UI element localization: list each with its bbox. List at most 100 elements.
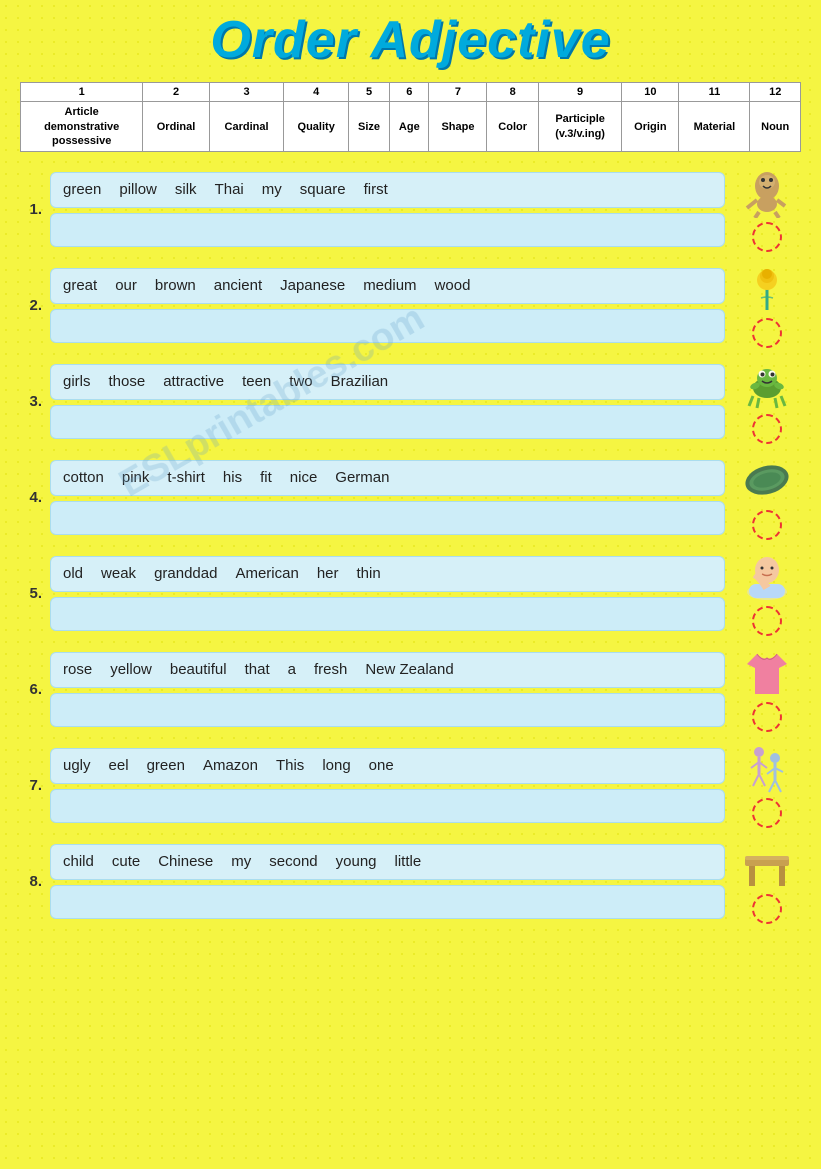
dashed-circle-6	[752, 702, 782, 732]
illustration-baby	[741, 550, 793, 602]
word-item: that	[245, 661, 270, 678]
exercise-row-7: 7.uglyeelgreenAmazonThislongone	[20, 742, 801, 828]
word-item: This	[276, 757, 304, 774]
page-title: Order Adjective	[20, 10, 801, 70]
word-item: my	[231, 853, 251, 870]
image-col-8	[733, 838, 801, 924]
exercise-number-6: 6.	[20, 681, 42, 698]
word-item: Chinese	[158, 853, 213, 870]
exercise-row-8: 8.childcuteChinesemysecondyounglittle	[20, 838, 801, 924]
word-item: a	[288, 661, 296, 678]
word-item: Brazilian	[331, 373, 389, 390]
words-row-3: girlsthoseattractiveteentwoBrazilian	[50, 364, 725, 400]
word-item: weak	[101, 565, 136, 582]
word-item: rose	[63, 661, 92, 678]
words-row-7: uglyeelgreenAmazonThislongone	[50, 748, 725, 784]
exercise-row-3: 3.girlsthoseattractiveteentwoBrazilian	[20, 358, 801, 444]
word-item: thin	[357, 565, 381, 582]
image-col-1	[733, 166, 801, 252]
word-item: cute	[112, 853, 140, 870]
exercise-row-1: 1.greenpillowsilkThaimysquarefirst	[20, 166, 801, 252]
answer-row-3[interactable]	[50, 405, 725, 439]
word-item: green	[63, 181, 101, 198]
word-item: yellow	[110, 661, 152, 678]
word-item: long	[322, 757, 350, 774]
word-item: German	[335, 469, 389, 486]
answer-row-4[interactable]	[50, 501, 725, 535]
image-col-4	[733, 454, 801, 540]
word-item: those	[109, 373, 146, 390]
illustration-rose	[741, 262, 793, 314]
answer-row-8[interactable]	[50, 885, 725, 919]
words-row-1: green pillow silk Thai my square first	[50, 172, 725, 208]
word-item: ancient	[214, 277, 262, 294]
dashed-circle-8	[752, 894, 782, 924]
word-item: fresh	[314, 661, 347, 678]
exercise-content-2: greatourbrownancientJapanesemediumwood	[50, 268, 725, 343]
answer-row-1[interactable]	[50, 213, 725, 247]
dashed-circle-5	[752, 606, 782, 636]
adjective-order-table: 123456789101112 Articledemonstrativeposs…	[20, 82, 801, 152]
image-col-3	[733, 358, 801, 444]
word-item: eel	[109, 757, 129, 774]
exercise-section: 1.greenpillowsilkThaimysquarefirst 2.gre…	[20, 166, 801, 924]
word-item: her	[317, 565, 339, 582]
word-item: first	[364, 181, 388, 198]
word-item: American	[235, 565, 298, 582]
exercise-row-5: 5. old weak granddad American her thin	[20, 550, 801, 636]
exercise-content-5: old weak granddad American her thin	[50, 556, 725, 631]
dashed-circle-7	[752, 798, 782, 828]
exercise-content-1: green pillow silk Thai my square first	[50, 172, 725, 247]
word-item: young	[336, 853, 377, 870]
exercise-number-5: 5.	[20, 585, 42, 602]
answer-row-7[interactable]	[50, 789, 725, 823]
word-item: wood	[435, 277, 471, 294]
word-item: silk	[175, 181, 197, 198]
word-item: Thai	[215, 181, 244, 198]
exercise-content-7: uglyeelgreenAmazonThislongone	[50, 748, 725, 823]
word-item: second	[269, 853, 317, 870]
image-col-5	[733, 550, 801, 636]
image-col-6	[733, 646, 801, 732]
word-item: pillow	[119, 181, 157, 198]
word-item: square	[300, 181, 346, 198]
word-item: pink	[122, 469, 150, 486]
word-item: two	[289, 373, 312, 390]
word-item: brown	[155, 277, 196, 294]
illustration-dancers	[741, 742, 793, 794]
image-col-7	[733, 742, 801, 828]
words-row-5: old weak granddad American her thin	[50, 556, 725, 592]
dashed-circle-1	[752, 222, 782, 252]
illustration-table	[741, 838, 793, 890]
exercise-number-2: 2.	[20, 297, 42, 314]
answer-row-5[interactable]	[50, 597, 725, 631]
word-item: my	[262, 181, 282, 198]
word-item: ugly	[63, 757, 91, 774]
words-row-8: childcuteChinesemysecondyounglittle	[50, 844, 725, 880]
exercise-row-4: 4.cottonpinkt-shirthisfitniceGerman	[20, 454, 801, 540]
word-item: our	[115, 277, 137, 294]
word-item: New Zealand	[365, 661, 453, 678]
answer-row-2[interactable]	[50, 309, 725, 343]
illustration-shirt	[741, 646, 793, 698]
word-item: beautiful	[170, 661, 227, 678]
words-row-4: cottonpinkt-shirthisfitniceGerman	[50, 460, 725, 496]
word-item: old	[63, 565, 83, 582]
dashed-circle-4	[752, 510, 782, 540]
word-item: his	[223, 469, 242, 486]
exercise-content-3: girlsthoseattractiveteentwoBrazilian	[50, 364, 725, 439]
exercise-number-7: 7.	[20, 777, 42, 794]
word-item: green	[147, 757, 185, 774]
exercise-row-2: 2.greatourbrownancientJapanesemediumwood	[20, 262, 801, 348]
word-item: nice	[290, 469, 318, 486]
exercise-number-4: 4.	[20, 489, 42, 506]
word-item: cotton	[63, 469, 104, 486]
illustration-frog	[741, 358, 793, 410]
word-item: granddad	[154, 565, 217, 582]
exercise-number-8: 8.	[20, 873, 42, 890]
answer-row-6[interactable]	[50, 693, 725, 727]
words-row-6: rose yellow beautiful that a fresh New Zealand	[50, 652, 725, 688]
exercise-content-4: cottonpinkt-shirthisfitniceGerman	[50, 460, 725, 535]
words-row-2: greatourbrownancientJapanesemediumwood	[50, 268, 725, 304]
dashed-circle-2	[752, 318, 782, 348]
